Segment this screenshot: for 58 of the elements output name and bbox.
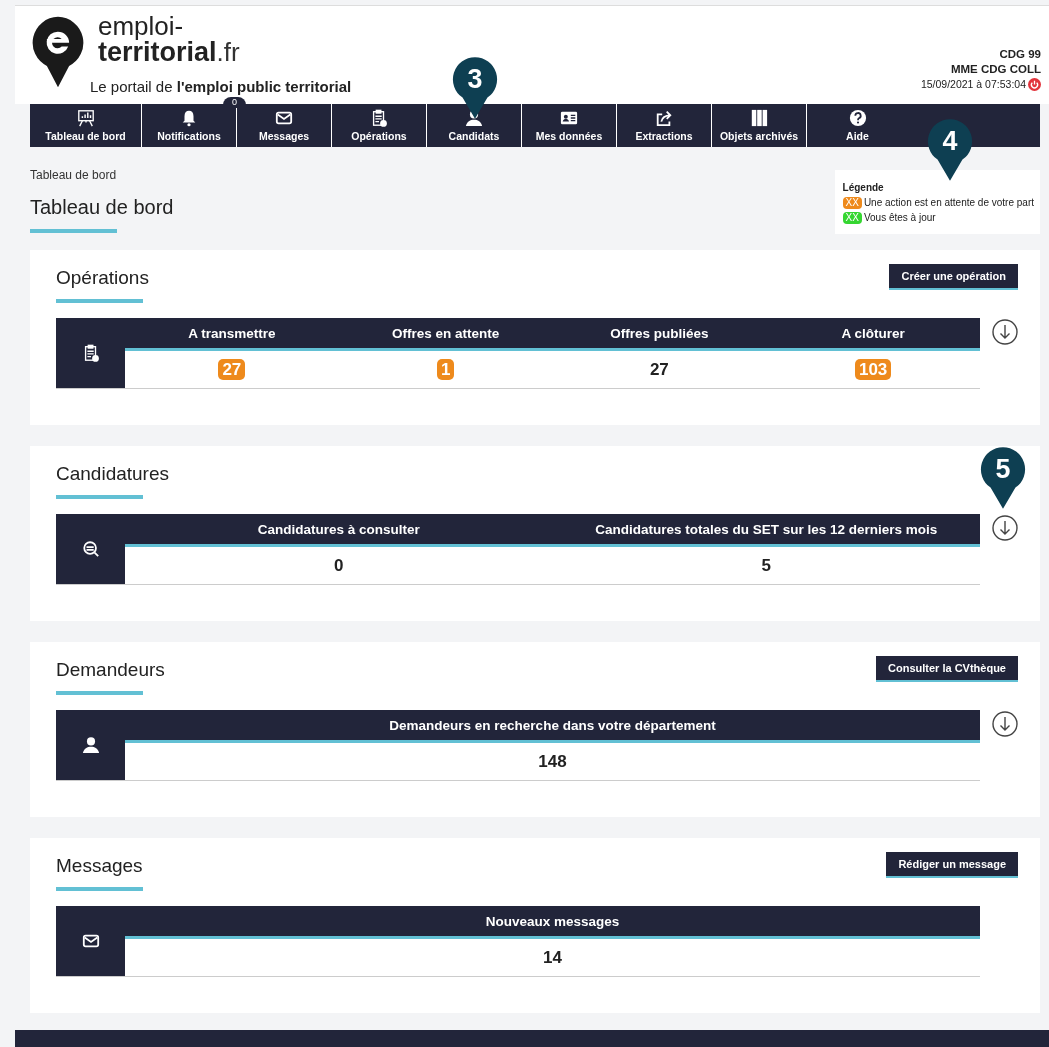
search-icon <box>81 540 100 558</box>
count-value: 5 <box>761 555 771 576</box>
idcard-icon <box>560 109 578 127</box>
tagline: Le portail de l'emploi public territorial <box>90 78 352 95</box>
clipboard-icon <box>370 109 388 127</box>
count-value: 148 <box>538 751 567 772</box>
callout-marker: 4 <box>927 118 973 182</box>
nav-tab[interactable]: Messages <box>237 104 331 147</box>
mail-icon <box>275 109 293 127</box>
status-badge: XX <box>842 196 862 209</box>
person-icon <box>81 736 100 754</box>
status-badge: XX <box>842 211 862 224</box>
count-value: 14 <box>543 947 562 968</box>
breadcrumb[interactable]: Tableau de bord <box>30 168 174 182</box>
help-icon <box>848 109 867 127</box>
callout-marker: 5 <box>980 446 1026 510</box>
legend-title: Légende <box>842 181 885 195</box>
legend-text: Une action est en attente de votre part <box>863 196 1034 210</box>
download-icon[interactable] <box>992 319 1018 345</box>
action-button[interactable]: Consulter la CVthèque <box>876 656 1018 682</box>
organization-name: CDG 99 <box>998 47 1041 62</box>
nav-tab[interactable]: Aide <box>807 104 908 147</box>
nav-tab[interactable]: Opérations <box>332 104 426 147</box>
count-badge: 27 <box>218 359 246 380</box>
nav-tab[interactable]: Objets archivés <box>712 104 806 147</box>
column-header: Nouveaux messages <box>125 906 980 939</box>
logo-pin-icon <box>30 15 86 89</box>
legend-text: Vous êtes à jour <box>863 211 936 225</box>
action-button[interactable]: Créer une opération <box>889 264 1018 290</box>
download-icon[interactable] <box>992 711 1018 737</box>
count-badge: 1 <box>436 359 455 380</box>
mail-icon <box>81 932 100 950</box>
power-icon[interactable] <box>1028 78 1041 91</box>
user-name: MME CDG COLL <box>949 62 1041 77</box>
count-badge: 103 <box>854 359 892 380</box>
nav-tab[interactable]: Mes données <box>522 104 616 147</box>
column-header: Offres en attente <box>338 318 553 351</box>
column-header: Candidatures totales du SET sur les 12 derniers mois <box>552 514 980 547</box>
column-header: A transmettre <box>125 318 339 351</box>
notification-count: 0 <box>223 97 246 108</box>
column-header: Offres publiées <box>552 318 767 351</box>
count-value: 27 <box>649 359 669 380</box>
column-header: A clôturer <box>766 318 980 351</box>
nav-tab[interactable]: Notifications <box>142 104 236 147</box>
download-icon[interactable] <box>992 515 1018 541</box>
bell-icon <box>180 109 198 127</box>
column-header: Candidatures à consulter <box>125 514 553 547</box>
count-value: 0 <box>334 555 344 576</box>
nav-tab[interactable]: Tableau de bord <box>30 104 141 147</box>
logo-suffix: .fr <box>216 37 240 67</box>
nav-tab[interactable]: Extractions <box>617 104 711 147</box>
binders-icon <box>750 109 768 127</box>
action-button[interactable]: Rédiger un message <box>886 852 1018 878</box>
callout-marker: 3 <box>452 56 498 120</box>
column-header: Demandeurs en recherche dans votre département <box>125 710 980 743</box>
login-timestamp: 15/09/2021 à 07:53:04 <box>920 77 1026 92</box>
share-icon <box>655 109 673 127</box>
chart-icon <box>76 109 95 127</box>
